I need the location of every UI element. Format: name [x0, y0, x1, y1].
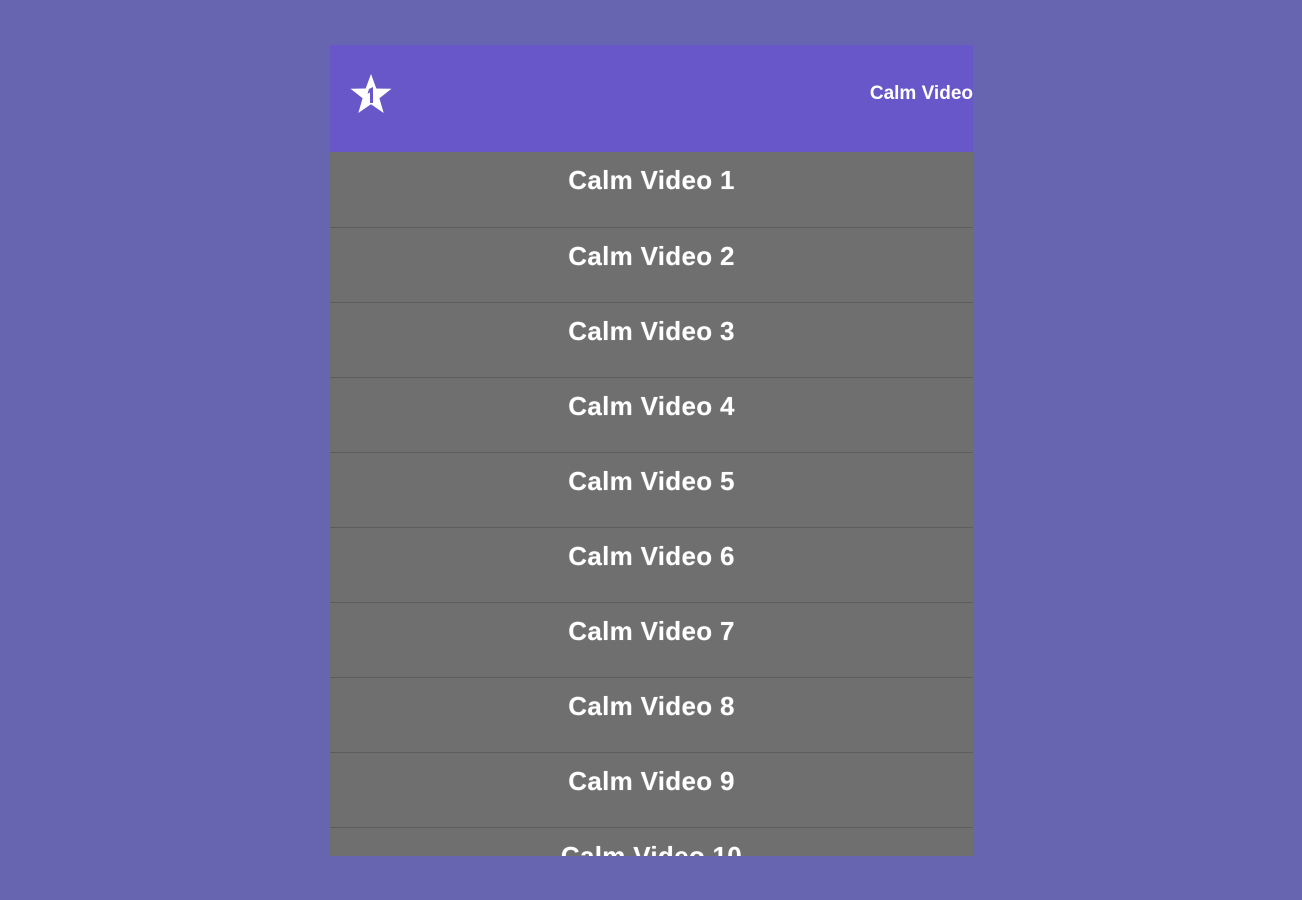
- list-item-label: Calm Video 1: [568, 165, 735, 195]
- header-title: Calm Video: [869, 83, 973, 104]
- app-window: Calm Video Calm Video 1 Calm Video 2 Cal…: [330, 45, 973, 856]
- list-item[interactable]: Calm Video 7: [330, 603, 973, 678]
- list-item-label: Calm Video 3: [568, 316, 735, 346]
- list-item-label: Calm Video 6: [568, 541, 735, 571]
- list-item-label: Calm Video 7: [568, 616, 735, 646]
- list-item-label: Calm Video 4: [568, 391, 735, 421]
- video-list[interactable]: Calm Video 1 Calm Video 2 Calm Video 3 C…: [330, 152, 973, 856]
- list-item[interactable]: Calm Video 5: [330, 453, 973, 528]
- list-item-label: Calm Video 10: [560, 841, 743, 856]
- app-header: Calm Video: [330, 45, 973, 152]
- list-item[interactable]: Calm Video 3: [330, 303, 973, 378]
- list-item[interactable]: Calm Video 1: [330, 152, 973, 228]
- list-item-label: Calm Video 9: [568, 766, 735, 796]
- list-item[interactable]: Calm Video 6: [330, 528, 973, 603]
- list-item[interactable]: Calm Video 4: [330, 378, 973, 453]
- list-item[interactable]: Calm Video 9: [330, 753, 973, 828]
- list-item[interactable]: Calm Video 2: [330, 228, 973, 303]
- list-item[interactable]: Calm Video 10: [330, 828, 973, 856]
- star-icon[interactable]: [348, 72, 394, 118]
- list-item-label: Calm Video 8: [568, 691, 735, 721]
- list-item-label: Calm Video 5: [568, 466, 735, 496]
- list-item[interactable]: Calm Video 8: [330, 678, 973, 753]
- list-item-label: Calm Video 2: [568, 241, 735, 271]
